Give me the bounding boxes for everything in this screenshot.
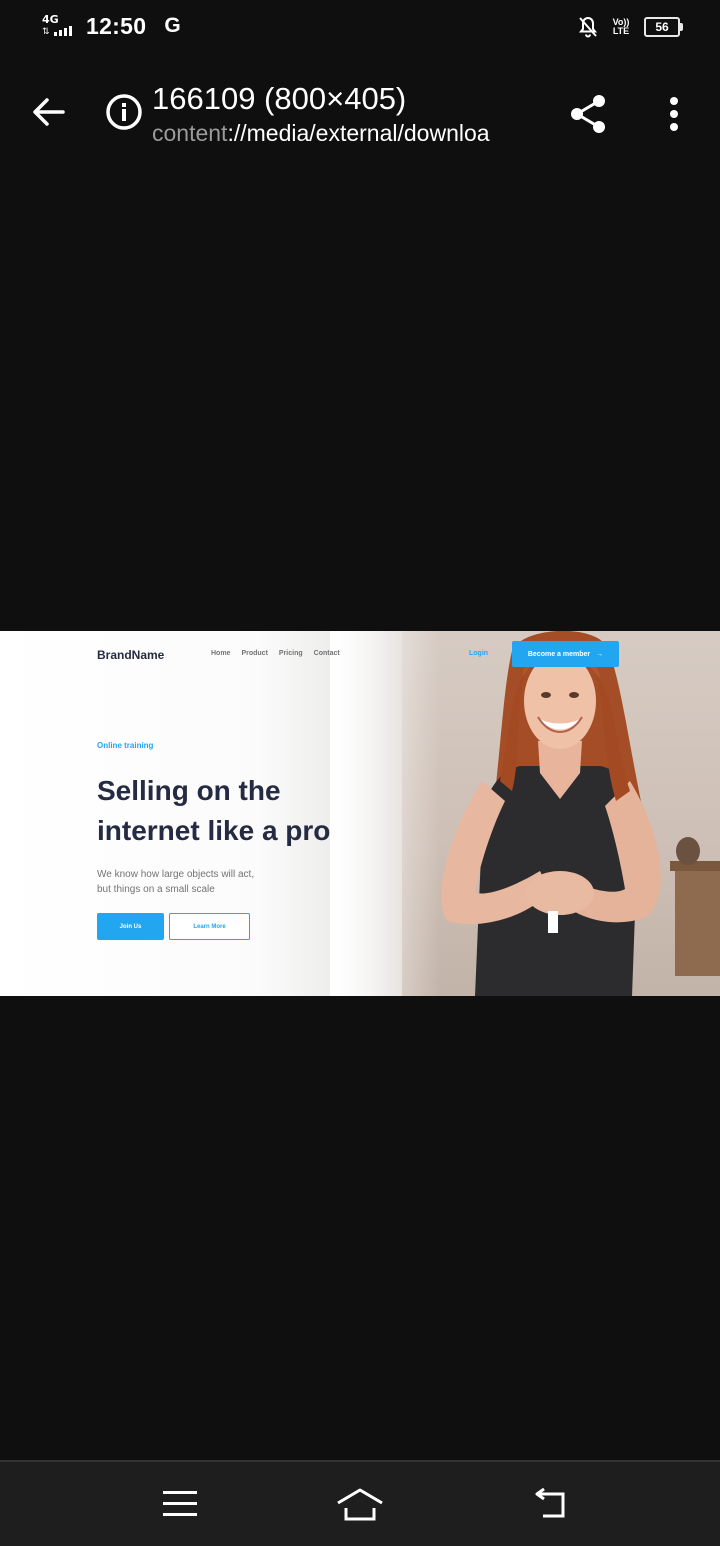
learn-more-button: Learn More bbox=[169, 913, 250, 940]
battery-level: 56 bbox=[655, 20, 669, 34]
back-icon bbox=[535, 1488, 565, 1518]
clock: 12:50 bbox=[86, 12, 147, 39]
notifications-off-icon bbox=[578, 16, 598, 38]
kicker-text: Online training bbox=[97, 741, 154, 750]
share-icon bbox=[571, 95, 605, 133]
info-icon bbox=[106, 94, 142, 130]
home-button[interactable] bbox=[328, 1480, 392, 1528]
battery-icon: 56 bbox=[644, 17, 683, 37]
info-button[interactable] bbox=[102, 90, 146, 134]
google-icon: G bbox=[164, 14, 181, 37]
recents-button[interactable] bbox=[148, 1480, 212, 1528]
login-link: Login bbox=[469, 650, 489, 657]
more-options-button[interactable] bbox=[652, 90, 696, 138]
back-button[interactable] bbox=[24, 86, 72, 138]
arrow-right-icon: → bbox=[596, 650, 604, 658]
volte-icon: Vo)) LTE bbox=[612, 17, 630, 36]
nav-product: Product bbox=[241, 650, 268, 657]
become-member-button: Become a member → bbox=[512, 641, 619, 667]
back-arrow-icon bbox=[33, 98, 65, 126]
brand-logo: BrandName bbox=[97, 648, 165, 662]
nav-pricing: Pricing bbox=[278, 650, 303, 657]
nav-home: Home bbox=[211, 650, 231, 657]
back-nav-button[interactable] bbox=[517, 1480, 581, 1528]
hero-description: We know how large objects will act, but … bbox=[97, 869, 255, 895]
file-uri: content://media/external/downloa bbox=[152, 120, 490, 146]
status-left: 4G ⇅ 12:50 G bbox=[40, 12, 181, 40]
menu-icon bbox=[163, 1491, 197, 1516]
page-title: 166109 (800×405) bbox=[152, 81, 407, 116]
status-bar: 4G ⇅ 12:50 G Vo)) LTE 56 bbox=[0, 0, 720, 58]
app-bar: 166109 (800×405) content://media/externa… bbox=[0, 64, 720, 160]
hero-headline: Selling on the internet like a pro bbox=[97, 775, 331, 846]
more-vert-icon bbox=[670, 97, 678, 131]
nav-contact: Contact bbox=[313, 650, 340, 657]
woman-photo bbox=[441, 631, 720, 996]
share-button[interactable] bbox=[564, 90, 612, 138]
title-block: 166109 (800×405) content://media/externa… bbox=[152, 80, 524, 148]
network-type: 4G bbox=[42, 13, 59, 26]
system-nav-bar bbox=[0, 1460, 720, 1546]
status-right: Vo)) LTE 56 bbox=[578, 16, 683, 38]
home-icon bbox=[337, 1488, 383, 1521]
signal-icon: 4G ⇅ bbox=[40, 12, 76, 40]
join-us-button: Join Us bbox=[97, 913, 164, 940]
image-preview[interactable]: BrandName Home Product Pricing Contact L… bbox=[0, 631, 720, 996]
landing-nav: Home Product Pricing Contact bbox=[211, 650, 340, 657]
